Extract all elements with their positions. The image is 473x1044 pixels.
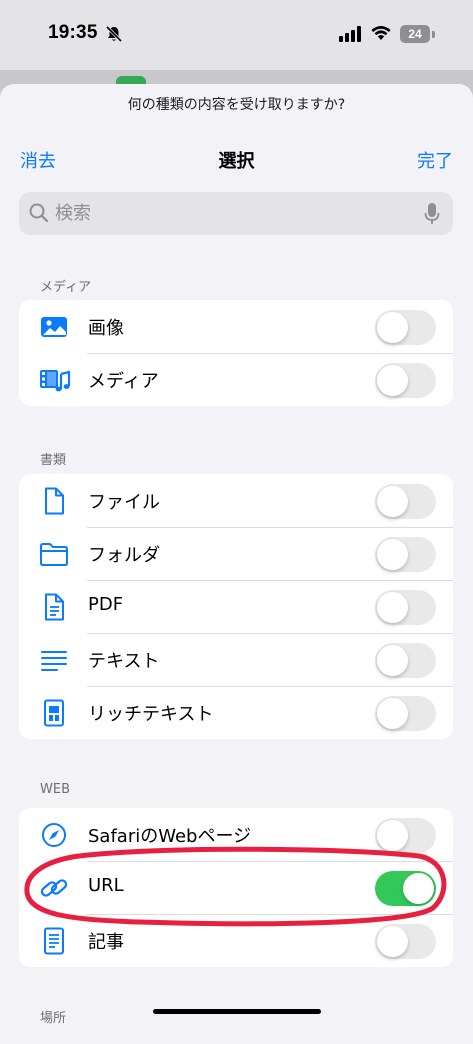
toggle-switch[interactable] — [375, 871, 436, 906]
film-music-icon — [39, 366, 71, 394]
toggle-knob — [377, 486, 408, 517]
toggle-knob — [377, 539, 408, 570]
row-label: フォルダ — [88, 545, 160, 566]
toggle-knob — [377, 645, 408, 676]
search-icon — [29, 203, 49, 227]
toggle-switch[interactable] — [375, 818, 436, 853]
section-header-media: メディア — [40, 280, 92, 295]
wifi-icon — [371, 25, 391, 45]
bell-slash-icon — [105, 25, 123, 47]
group-media: 画像 メディア — [19, 300, 453, 406]
toggle-switch[interactable] — [375, 537, 436, 572]
done-button[interactable]: 完了 — [417, 147, 453, 173]
rich-text-icon — [39, 699, 69, 727]
toggle-switch[interactable] — [375, 484, 436, 519]
row-label: リッチテキスト — [88, 704, 214, 725]
toggle-knob — [377, 592, 408, 623]
group-documents: ファイル フォルダ PDF テキスト リッチテキスト — [19, 474, 453, 739]
photo-icon — [39, 313, 69, 341]
section-header-location: 場所 — [40, 1011, 67, 1026]
list-row-image[interactable]: 画像 — [19, 300, 453, 353]
article-icon — [39, 927, 69, 955]
group-web: SafariのWebページ URL 記事 — [19, 808, 453, 967]
toggle-switch[interactable] — [375, 310, 436, 345]
link-icon — [39, 874, 69, 902]
microphone-icon[interactable] — [424, 202, 440, 230]
toggle-switch[interactable] — [375, 363, 436, 398]
search-bar[interactable] — [19, 192, 453, 235]
section-header-documents: 書類 — [40, 453, 67, 468]
folder-icon — [39, 540, 69, 568]
status-bar: 19:35 24 — [0, 0, 473, 90]
compass-icon — [39, 821, 69, 849]
row-label: PDF — [88, 594, 124, 615]
section-header-web: WEB — [40, 782, 70, 797]
toggle-knob — [377, 312, 408, 343]
toggle-switch[interactable] — [375, 696, 436, 731]
battery-level: 24 — [408, 27, 422, 41]
list-row-media[interactable]: メディア — [19, 353, 453, 406]
list-row-rich-text[interactable]: リッチテキスト — [19, 686, 453, 739]
list-row-pdf[interactable]: PDF — [19, 580, 453, 633]
file-icon — [39, 487, 69, 515]
row-label: ファイル — [88, 492, 160, 513]
row-label: メディア — [88, 371, 159, 392]
toggle-knob — [377, 926, 408, 957]
row-label: 画像 — [88, 318, 124, 339]
toggle-switch[interactable] — [375, 924, 436, 959]
toggle-knob — [377, 820, 408, 851]
list-row-url[interactable]: URL — [19, 861, 453, 914]
row-label: SafariのWebページ — [88, 826, 252, 847]
pdf-document-icon — [39, 593, 69, 621]
status-time: 19:35 — [48, 22, 98, 43]
toggle-knob — [377, 698, 408, 729]
search-input[interactable] — [55, 192, 425, 235]
toggle-switch[interactable] — [375, 590, 436, 625]
toggle-switch[interactable] — [375, 643, 436, 678]
cellular-signal-icon — [339, 26, 363, 46]
row-label: URL — [88, 875, 124, 896]
list-row-safari-webpage[interactable]: SafariのWebページ — [19, 808, 453, 861]
home-indicator — [153, 1009, 321, 1014]
row-label: テキスト — [88, 651, 160, 672]
battery-cap — [432, 31, 435, 38]
list-row-folder[interactable]: フォルダ — [19, 527, 453, 580]
toggle-knob — [403, 873, 434, 904]
content-type-sheet: 何の種類の内容を受け取りますか? 消去 選択 完了 メディア — [0, 84, 473, 1044]
text-lines-icon — [39, 646, 69, 674]
row-label: 記事 — [88, 932, 124, 953]
toggle-knob — [377, 365, 408, 396]
sheet-prompt: 何の種類の内容を受け取りますか? — [127, 97, 346, 113]
battery-icon: 24 — [400, 25, 430, 43]
list-row-text[interactable]: テキスト — [19, 633, 453, 686]
list-row-file[interactable]: ファイル — [19, 474, 453, 527]
sheet-title: 選択 — [218, 151, 255, 172]
list-row-article[interactable]: 記事 — [19, 914, 453, 967]
